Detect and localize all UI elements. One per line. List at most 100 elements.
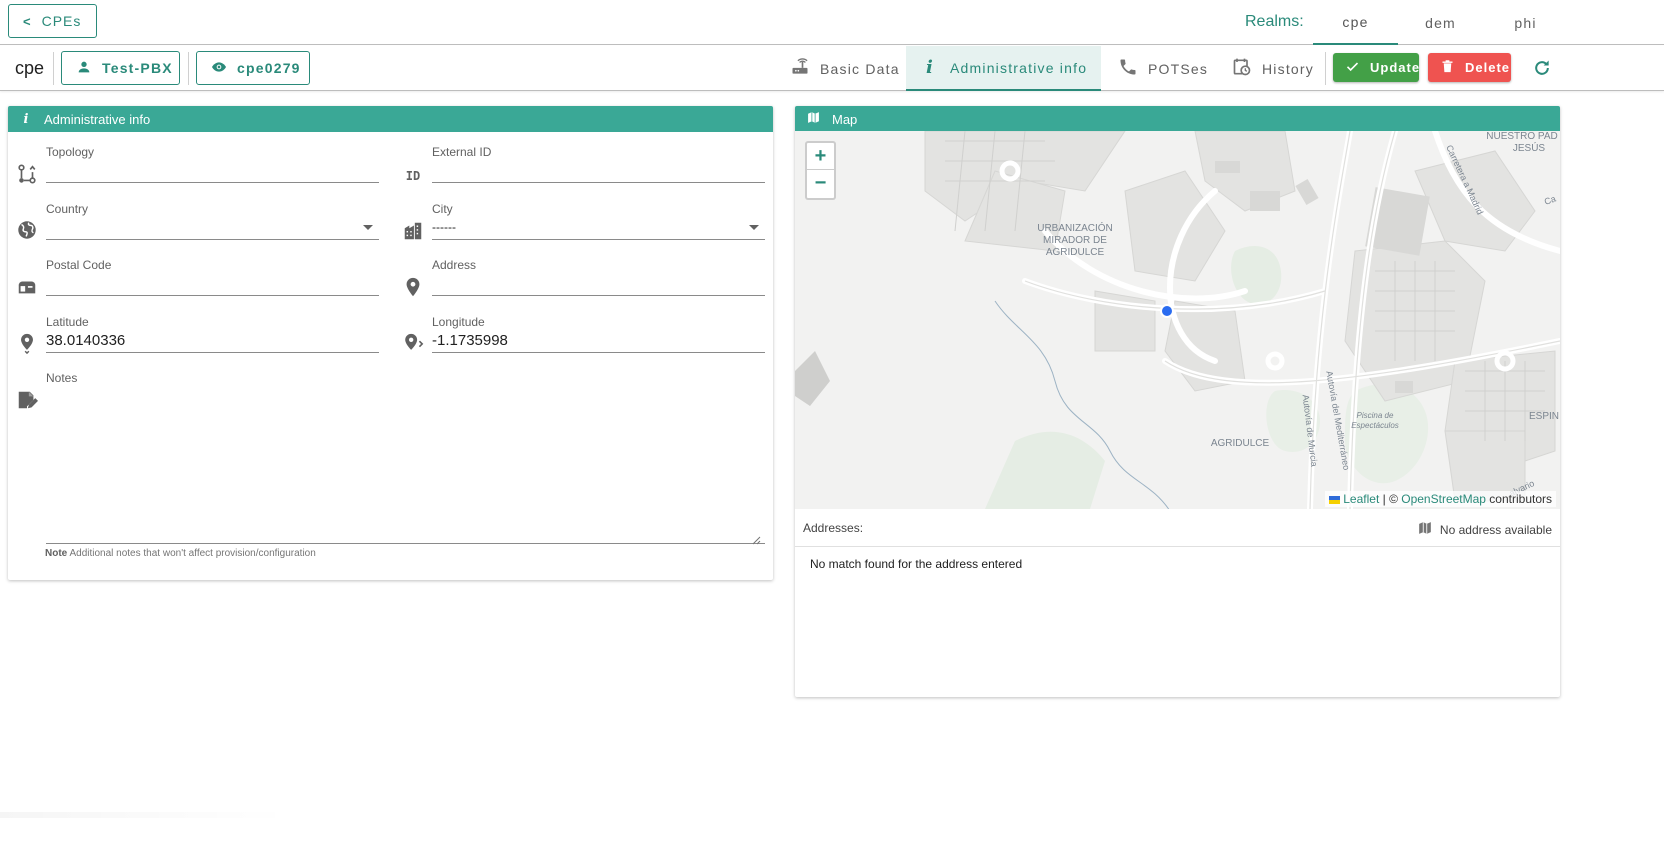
ukraine-flag-icon <box>1329 495 1341 504</box>
router-icon <box>790 57 810 80</box>
city-icon <box>402 220 424 242</box>
external-id-field[interactable]: External ID <box>432 145 765 183</box>
postal-code-field[interactable]: Postal Code <box>46 258 379 296</box>
info-icon: i <box>926 57 935 78</box>
globe-icon <box>16 219 38 241</box>
delete-button-label: Delete <box>1465 60 1511 75</box>
owner-user-button[interactable]: Test-PBX <box>61 51 180 85</box>
topology-icon <box>16 163 38 185</box>
map-header: Map <box>795 106 1560 132</box>
no-match-message: No match found for the address entered <box>810 557 1023 571</box>
chevron-down-icon <box>363 225 373 230</box>
map-label-piscina: Piscina de <box>1357 411 1394 420</box>
note-help-text: Additional notes that won't affect provi… <box>67 548 316 559</box>
osm-link[interactable]: OpenStreetMap <box>1401 492 1486 506</box>
id-icon: ID <box>405 169 421 183</box>
tab-administrative-info[interactable]: i Administrative info <box>906 46 1101 91</box>
country-label: Country <box>46 202 89 216</box>
longitude-field[interactable]: Longitude -1.1735998 <box>432 315 765 353</box>
chevron-left-icon: < <box>23 13 32 29</box>
city-value: ------ <box>432 220 456 234</box>
map-label-jesus: JESÚS <box>1513 141 1546 154</box>
administrative-info-title: Administrative info <box>44 111 151 127</box>
city-label: City <box>432 202 453 216</box>
map-label-espin: ESPIN <box>1529 411 1559 422</box>
realm-tab-phi[interactable]: phi <box>1483 0 1568 45</box>
leaflet-link[interactable]: Leaflet <box>1343 492 1379 506</box>
map-view[interactable]: URBANIZACIÓN MIRADOR DE AGRIDULCE AGRIDU… <box>795 131 1560 509</box>
no-address-text: No address available <box>1439 522 1552 537</box>
attrib-contributors: contributors <box>1485 492 1552 506</box>
latitude-field[interactable]: Latitude 38.0140336 <box>46 315 379 353</box>
tab-basic-data-label: Basic Data <box>820 60 900 77</box>
address-label: Address <box>432 258 477 272</box>
attrib-separator: | © <box>1379 492 1402 506</box>
mailbox-icon <box>16 276 38 298</box>
map-label-espectaculos: Espectáculos <box>1351 421 1399 430</box>
divider <box>1325 52 1326 85</box>
note-help-bold: Note <box>45 548 68 559</box>
map-title: Map <box>832 111 858 127</box>
phone-icon <box>1118 57 1138 80</box>
resize-handle-icon[interactable] <box>752 532 761 545</box>
bottom-shadow <box>0 812 290 818</box>
divider <box>188 52 189 85</box>
addresses-row: Addresses: No address available <box>795 510 1560 547</box>
realm-tab-cpe[interactable]: cpe <box>1313 0 1398 45</box>
eye-icon <box>211 59 227 78</box>
trash-icon <box>1440 59 1455 77</box>
check-icon <box>1345 59 1360 77</box>
chevron-down-icon <box>749 225 759 230</box>
person-icon <box>76 59 92 78</box>
delete-button[interactable]: Delete <box>1428 53 1511 82</box>
history-icon <box>1232 57 1252 80</box>
postal-code-label: Postal Code <box>46 258 112 272</box>
view-cpe-button[interactable]: cpe0279 <box>196 51 310 85</box>
longitude-marker-icon <box>402 332 424 354</box>
map-marker-icon <box>402 276 424 298</box>
map-label-urbanizacion-3: AGRIDULCE <box>1046 247 1105 258</box>
notes-textarea[interactable]: Notes <box>46 371 765 544</box>
map-label-urbanizacion-2: MIRADOR DE <box>1043 235 1107 246</box>
zoom-out-button[interactable]: − <box>807 170 834 197</box>
latitude-marker-icon <box>16 332 38 355</box>
longitude-value: -1.1735998 <box>432 332 508 349</box>
external-id-label: External ID <box>432 145 492 159</box>
tab-potses-label: POTSes <box>1148 60 1209 77</box>
administrative-info-header: i Administrative info <box>8 106 773 132</box>
back-to-cpes-button[interactable]: < CPEs <box>8 4 97 38</box>
map-label-urbanizacion: URBANIZACIÓN <box>1037 221 1113 234</box>
map-attribution: Leaflet | © OpenStreetMap contributors <box>1325 491 1556 507</box>
addresses-label: Addresses: <box>803 521 864 535</box>
view-cpe-label: cpe0279 <box>237 60 301 76</box>
divider <box>53 52 54 85</box>
map-zoom-control: + − <box>805 141 836 200</box>
update-button-label: Update <box>1370 60 1421 75</box>
tab-history[interactable]: History <box>1220 46 1326 91</box>
tab-history-label: History <box>1262 60 1314 77</box>
city-select[interactable]: City ------ <box>432 202 765 240</box>
topology-label: Topology <box>46 145 95 159</box>
map-tiles: URBANIZACIÓN MIRADOR DE AGRIDULCE AGRIDU… <box>795 131 1560 509</box>
latitude-value: 38.0140336 <box>46 332 126 349</box>
owner-user-label: Test-PBX <box>102 60 173 76</box>
country-select[interactable]: Country <box>46 202 379 240</box>
address-status: No address available <box>1418 521 1552 538</box>
map-label-agridulce: AGRIDULCE <box>1211 438 1270 449</box>
address-field[interactable]: Address <box>432 258 765 296</box>
tab-potses[interactable]: POTSes <box>1106 46 1220 91</box>
update-button[interactable]: Update <box>1333 53 1419 82</box>
refresh-icon[interactable] <box>1532 58 1552 78</box>
realm-tab-dem[interactable]: dem <box>1398 0 1483 45</box>
longitude-label: Longitude <box>432 315 485 329</box>
entity-toolbar: cpe Test-PBX cpe0279 Basic Data i Admini… <box>0 46 1664 91</box>
topology-field[interactable]: Topology <box>46 145 379 183</box>
tab-basic-data[interactable]: Basic Data <box>778 46 912 91</box>
info-icon: i <box>23 111 29 127</box>
map-icon <box>807 111 820 127</box>
map-icon <box>1418 521 1432 538</box>
map-label-nuestro: NUESTRO PAD <box>1486 131 1558 142</box>
latitude-label: Latitude <box>46 315 89 329</box>
zoom-in-button[interactable]: + <box>807 143 834 170</box>
back-button-label: CPEs <box>41 13 82 29</box>
